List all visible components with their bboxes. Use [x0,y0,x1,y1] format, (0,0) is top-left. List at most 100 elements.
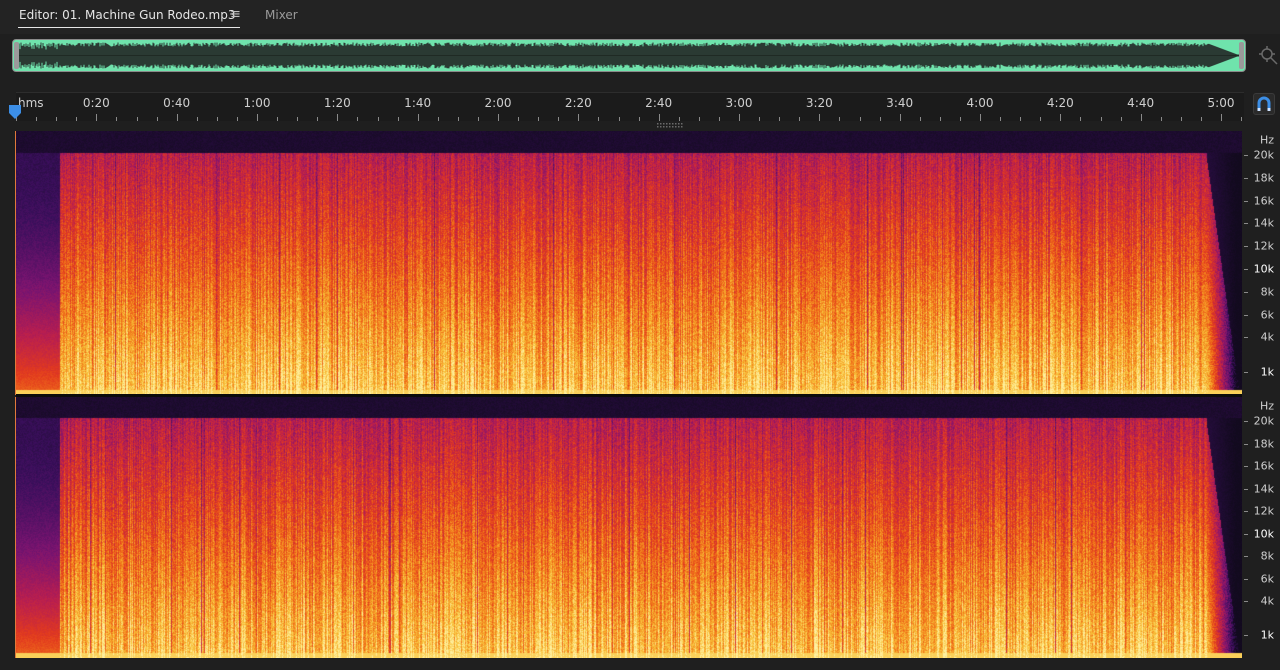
time-label: 3:20 [805,96,833,110]
ruler-tick [1221,114,1222,121]
ruler-tick [216,117,218,121]
overview-left-handle[interactable] [14,42,19,69]
ruler-tick [116,117,118,121]
ruler-tick [919,117,921,121]
ruler-tick [1040,117,1042,121]
time-label: 3:40 [886,96,914,110]
ruler-tick [196,117,198,121]
panel-resize-grip[interactable] [656,122,684,128]
ruler-tick [1020,117,1022,121]
frequency-scale-left[interactable]: Hz 20k 18k 16k 14k 12k 10k 8k 6k 4k 1k [1244,131,1280,395]
frequency-tick [1244,443,1248,445]
ruler-tick [337,114,339,121]
ruler-tick [277,117,279,121]
ruler-tick [658,114,660,121]
ruler-tick [1180,117,1182,121]
tab-mixer[interactable]: Mixer [265,8,298,22]
frequency-label: 4k [1260,594,1274,608]
ruler-tick [759,117,761,121]
frequency-tick [1244,601,1248,602]
frequency-tick [1244,511,1248,512]
ruler-tick [257,114,258,121]
frequency-tick [1244,177,1248,179]
spectrogram-channel-right[interactable] [16,397,1242,658]
ruler-tick [1100,117,1102,121]
ruler-tick [437,117,439,121]
frequency-label: 4k [1260,330,1274,344]
frequency-scale-right[interactable]: Hz 20k 18k 16k 14k 12k 10k 8k 6k 4k 1k [1244,397,1280,658]
ruler-tick [1000,117,1002,121]
frequency-label: 6k [1260,572,1274,585]
frequency-label: 10k [1253,527,1274,540]
tab-editor[interactable]: Editor: 01. Machine Gun Rodeo.mp3 [19,8,235,22]
ruler-tick [1060,114,1062,121]
ruler-tick [477,117,479,121]
zoom-navigator-icon[interactable] [1258,45,1278,65]
frequency-tick [1244,488,1248,490]
frequency-tick [1244,200,1248,202]
ruler-tick [618,117,620,121]
ruler-tick [1080,117,1082,121]
ruler-tick [879,117,881,121]
time-label: 2:40 [645,96,673,110]
tab-bar: Editor: 01. Machine Gun Rodeo.mp3 ≡ Mixe… [0,0,1280,34]
ruler-tick [1241,117,1243,121]
ruler-tick [799,117,801,121]
playhead-marker[interactable] [8,104,22,120]
frequency-label: 12k [1253,504,1274,518]
ruler-tick [1200,117,1202,121]
time-label: 4:00 [966,96,994,110]
ruler-tick [980,114,981,121]
ruler-tick [236,117,238,121]
frequency-label: 16k [1253,194,1274,208]
ruler-tick [397,117,399,121]
frequency-tick [1244,223,1248,225]
frequency-label: 12k [1253,239,1274,253]
ruler-tick [156,117,158,121]
time-label: 2:20 [564,96,592,110]
overview-right-handle[interactable] [1239,42,1244,69]
time-ruler[interactable]: hms 0:20 0:40 1:00 1:20 1:40 2:00 2:20 2:40 3:00… [16,92,1244,121]
ruler-tick [417,114,419,121]
frequency-label: 20k [1253,148,1274,162]
ruler-tick [779,117,781,121]
playhead-line [15,397,16,658]
time-label: 2:00 [484,96,512,110]
frequency-label: 16k [1253,459,1274,473]
frequency-label: 18k [1253,171,1274,185]
active-tab-indicator [18,27,240,28]
spectrogram-channel-left[interactable] [16,131,1242,395]
frequency-label: 1k [1260,628,1274,642]
frequency-tick [1244,556,1248,557]
snap-toggle-button[interactable] [1253,93,1275,115]
frequency-tick [1244,246,1248,248]
frequency-label: 14k [1253,482,1274,495]
ruler-tick [518,117,520,121]
frequency-label: 14k [1253,216,1274,230]
ruler-tick [678,117,680,121]
ruler-tick [1160,117,1162,121]
time-label: 4:40 [1127,96,1155,110]
ruler-tick [859,117,861,121]
frequency-tick [1244,634,1248,636]
tab-menu-icon[interactable]: ≡ [230,7,241,22]
frequency-unit-label: Hz [1259,133,1274,147]
frequency-unit-label: Hz [1259,399,1274,413]
time-label: 0:20 [82,96,110,110]
spectrogram-canvas [16,397,1242,658]
ruler-tick [598,117,600,121]
overview-waveform[interactable] [12,39,1246,72]
ruler-tick [96,114,98,121]
ruler-tick [1120,117,1122,121]
time-label: 1:20 [323,96,351,110]
ruler-tick [36,117,38,121]
overview-waveform-shape [16,42,1241,69]
frequency-tick [1244,269,1248,270]
time-label: 1:00 [243,96,271,110]
magnet-icon [1257,96,1271,111]
ruler-tick [939,117,941,121]
time-label: 5:00 [1207,96,1235,110]
spectrogram-canvas [16,131,1242,395]
ruler-tick [498,114,499,121]
ruler-tick [839,117,841,121]
